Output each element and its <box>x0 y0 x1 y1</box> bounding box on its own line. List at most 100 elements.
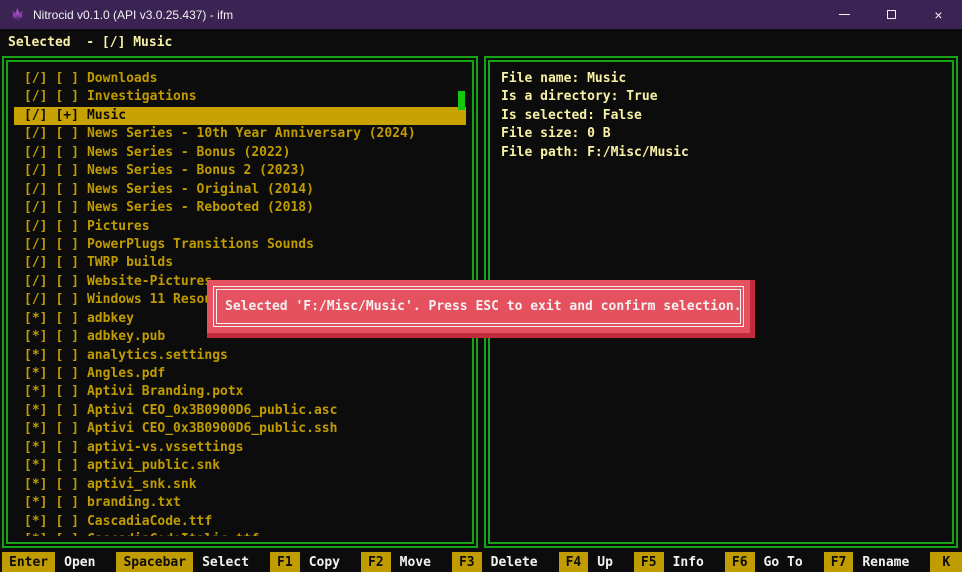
file-row[interactable]: [/] [ ] Pictures <box>14 218 466 236</box>
file-row[interactable]: [/] [ ] News Series - Rebooted (2018) <box>14 199 466 217</box>
entry-type-marker: [/] <box>24 273 47 291</box>
keybinding-action: Go To <box>755 552 818 572</box>
entry-type-marker: [*] <box>24 531 47 536</box>
entry-select-checkbox[interactable]: [ ] <box>55 310 78 328</box>
entry-select-checkbox[interactable]: [ ] <box>55 88 78 106</box>
file-row[interactable]: [*] [ ] analytics.settings <box>14 347 466 365</box>
scrollbar-thumb[interactable] <box>458 91 465 110</box>
entry-select-checkbox[interactable]: [ ] <box>55 328 78 346</box>
entry-type-marker: [*] <box>24 513 47 531</box>
entry-name: Music <box>87 107 126 125</box>
file-row[interactable]: [/] [+] Music <box>14 107 466 125</box>
entry-select-checkbox[interactable]: [+] <box>55 107 78 125</box>
entry-type-marker: [/] <box>24 144 47 162</box>
keycap[interactable]: Spacebar <box>116 552 193 572</box>
entry-select-checkbox[interactable]: [ ] <box>55 236 78 254</box>
keybinding-action: Move <box>391 552 446 572</box>
titlebar: Nitrocid v0.1.0 (API v3.0.25.437) - ifm … <box>0 0 962 29</box>
file-info-line: Is a directory: True <box>496 88 946 106</box>
keybinding[interactable]: F2 Move <box>361 552 446 572</box>
entry-name: Pictures <box>87 218 150 236</box>
entry-select-checkbox[interactable]: [ ] <box>55 365 78 383</box>
entry-type-marker: [*] <box>24 476 47 494</box>
entry-name: News Series - Bonus (2022) <box>87 144 291 162</box>
file-row[interactable]: [*] [ ] branding.txt <box>14 494 466 512</box>
keycap[interactable]: F5 <box>634 552 664 572</box>
keybinding[interactable]: K <box>930 552 962 572</box>
file-row[interactable]: [*] [ ] aptivi-vs.vssettings <box>14 439 466 457</box>
file-row[interactable]: [*] [ ] aptivi_public.snk <box>14 457 466 475</box>
file-row[interactable]: [/] [ ] TWRP builds <box>14 254 466 272</box>
entry-select-checkbox[interactable]: [ ] <box>55 531 78 536</box>
file-row[interactable]: [/] [ ] Downloads <box>14 70 466 88</box>
file-row[interactable]: [/] [ ] News Series - 10th Year Annivers… <box>14 125 466 143</box>
file-row[interactable]: [*] [ ] aptivi_snk.snk <box>14 476 466 494</box>
close-button[interactable]: × <box>915 0 962 29</box>
maximize-button[interactable] <box>868 0 915 29</box>
entry-select-checkbox[interactable]: [ ] <box>55 273 78 291</box>
keycap[interactable]: F6 <box>725 552 755 572</box>
file-row[interactable]: [/] [ ] News Series - Bonus (2022) <box>14 144 466 162</box>
entry-name: CascadiaCodeItalic.ttf <box>87 531 259 536</box>
minimize-icon <box>839 14 850 15</box>
file-row[interactable]: [*] [ ] CascadiaCode.ttf <box>14 513 466 531</box>
file-row[interactable]: [/] [ ] News Series - Bonus 2 (2023) <box>14 162 466 180</box>
entry-name: CascadiaCode.ttf <box>87 513 212 531</box>
minimize-button[interactable] <box>821 0 868 29</box>
keycap[interactable]: F2 <box>361 552 391 572</box>
entry-select-checkbox[interactable]: [ ] <box>55 254 78 272</box>
keycap[interactable]: F1 <box>270 552 300 572</box>
entry-select-checkbox[interactable]: [ ] <box>55 162 78 180</box>
keybinding[interactable]: F1 Copy <box>270 552 355 572</box>
entry-select-checkbox[interactable]: [ ] <box>55 181 78 199</box>
entry-select-checkbox[interactable]: [ ] <box>55 291 78 309</box>
keycap[interactable]: F4 <box>559 552 589 572</box>
keybinding[interactable]: Spacebar Select <box>116 552 264 572</box>
keybinding[interactable]: F7 Rename <box>824 552 925 572</box>
file-row[interactable]: [*] [ ] Angles.pdf <box>14 365 466 383</box>
file-info-line: File size: 0 B <box>496 125 946 143</box>
entry-type-marker: [*] <box>24 328 47 346</box>
entry-type-marker: [/] <box>24 291 47 309</box>
entry-select-checkbox[interactable]: [ ] <box>55 347 78 365</box>
window-title: Nitrocid v0.1.0 (API v3.0.25.437) - ifm <box>33 8 233 22</box>
selection-popup: Selected 'F:/Misc/Music'. Press ESC to e… <box>207 280 755 338</box>
entry-name: aptivi-vs.vssettings <box>87 439 244 457</box>
entry-name: aptivi_public.snk <box>87 457 220 475</box>
keybinding[interactable]: F6 Go To <box>725 552 818 572</box>
entry-name: News Series - Original (2014) <box>87 181 314 199</box>
file-row[interactable]: [*] [ ] CascadiaCodeItalic.ttf <box>14 531 466 536</box>
entry-select-checkbox[interactable]: [ ] <box>55 70 78 88</box>
entry-select-checkbox[interactable]: [ ] <box>55 125 78 143</box>
entry-select-checkbox[interactable]: [ ] <box>55 513 78 531</box>
keybinding[interactable]: F3 Delete <box>452 552 553 572</box>
file-row[interactable]: [*] [ ] Aptivi CEO_0x3B0900D6_public.ssh <box>14 420 466 438</box>
file-row[interactable]: [/] [ ] News Series - Original (2014) <box>14 181 466 199</box>
entry-name: Windows 11 Resou <box>87 291 212 309</box>
entry-select-checkbox[interactable]: [ ] <box>55 457 78 475</box>
entry-select-checkbox[interactable]: [ ] <box>55 144 78 162</box>
entry-type-marker: [/] <box>24 199 47 217</box>
keybinding[interactable]: F5 Info <box>634 552 719 572</box>
keybinding[interactable]: Enter Open <box>2 552 110 572</box>
keycap[interactable]: Enter <box>2 552 55 572</box>
entry-select-checkbox[interactable]: [ ] <box>55 402 78 420</box>
keycap[interactable]: F7 <box>824 552 854 572</box>
file-row[interactable]: [/] [ ] PowerPlugs Transitions Sounds <box>14 236 466 254</box>
file-row[interactable]: [/] [ ] Investigations <box>14 88 466 106</box>
entry-type-marker: [/] <box>24 181 47 199</box>
keycap[interactable]: K <box>930 552 962 572</box>
entry-select-checkbox[interactable]: [ ] <box>55 439 78 457</box>
entry-select-checkbox[interactable]: [ ] <box>55 383 78 401</box>
entry-select-checkbox[interactable]: [ ] <box>55 494 78 512</box>
entry-type-marker: [/] <box>24 70 47 88</box>
entry-select-checkbox[interactable]: [ ] <box>55 199 78 217</box>
entry-select-checkbox[interactable]: [ ] <box>55 420 78 438</box>
entry-select-checkbox[interactable]: [ ] <box>55 218 78 236</box>
keycap[interactable]: F3 <box>452 552 482 572</box>
file-row[interactable]: [*] [ ] Aptivi CEO_0x3B0900D6_public.asc <box>14 402 466 420</box>
keybinding[interactable]: F4 Up <box>559 552 628 572</box>
file-row[interactable]: [*] [ ] Aptivi Branding.potx <box>14 383 466 401</box>
entry-name: PowerPlugs Transitions Sounds <box>87 236 314 254</box>
entry-select-checkbox[interactable]: [ ] <box>55 476 78 494</box>
